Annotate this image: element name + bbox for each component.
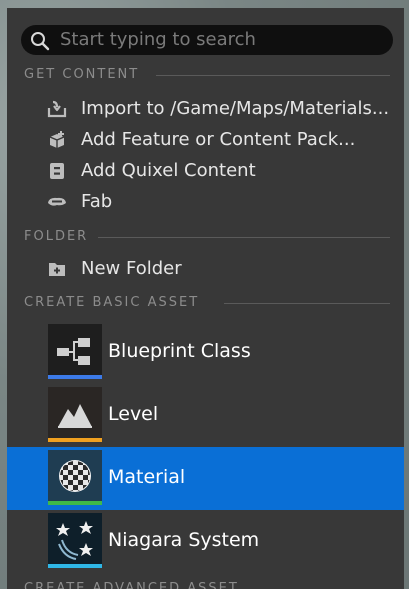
section-create-advanced-asset: CREATE ADVANCED ASSET — [7, 579, 404, 589]
menu-item-add-quixel[interactable]: Add Quixel Content — [7, 156, 404, 186]
section-get-content: GET CONTENT — [7, 65, 404, 85]
asset-thumbnail — [48, 324, 102, 378]
asset-niagara-system[interactable]: Niagara System — [7, 510, 404, 573]
section-divider — [224, 303, 390, 304]
asset-label: Niagara System — [108, 529, 260, 551]
section-label: GET CONTENT — [24, 67, 140, 82]
menu-item-add-feature-pack[interactable]: Add Feature or Content Pack... — [7, 125, 404, 155]
menu-item-label: Add Quixel Content — [81, 160, 256, 181]
section-divider — [156, 75, 390, 76]
asset-level[interactable]: Level — [7, 384, 404, 447]
section-create-basic-asset: CREATE BASIC ASSET — [7, 293, 404, 313]
asset-color-bar — [48, 375, 102, 379]
menu-item-import[interactable]: Import to /Game/Maps/Materials... — [7, 94, 404, 124]
section-label: FOLDER — [24, 229, 89, 244]
content-browser-add-menu: Start typing to search GET CONTENT Impor… — [7, 8, 404, 589]
material-icon — [59, 460, 91, 492]
menu-item-label: Fab — [81, 191, 113, 212]
asset-label: Level — [108, 403, 159, 425]
blueprint-icon — [57, 338, 90, 365]
section-divider — [98, 237, 390, 238]
asset-thumbnail — [48, 450, 102, 504]
asset-label: Material — [108, 466, 186, 488]
fab-icon — [48, 197, 66, 206]
quixel-icon — [50, 163, 64, 179]
menu-item-label: New Folder — [81, 258, 182, 279]
menu-item-fab[interactable]: Fab — [7, 187, 404, 217]
asset-color-bar — [48, 438, 102, 442]
search-icon — [31, 32, 50, 51]
level-icon — [58, 404, 92, 428]
niagara-icon — [56, 521, 93, 560]
menu-item-new-folder[interactable]: New Folder — [7, 254, 404, 284]
asset-thumbnail — [48, 387, 102, 441]
asset-material[interactable]: Material — [7, 447, 404, 510]
search-box[interactable]: Start typing to search — [21, 25, 393, 55]
search-input[interactable]: Start typing to search — [60, 29, 256, 50]
asset-color-bar — [48, 501, 102, 505]
section-label: CREATE ADVANCED ASSET — [24, 581, 239, 589]
section-label: CREATE BASIC ASSET — [24, 295, 200, 310]
feature-pack-icon — [49, 131, 65, 148]
new-folder-icon — [49, 263, 65, 276]
menu-item-label: Import to /Game/Maps/Materials... — [81, 98, 390, 119]
section-folder: FOLDER — [7, 227, 404, 247]
menu-item-label: Add Feature or Content Pack... — [81, 129, 356, 150]
asset-label: Blueprint Class — [108, 340, 251, 362]
asset-thumbnail — [48, 513, 102, 567]
import-icon — [47, 100, 67, 118]
asset-color-bar — [48, 564, 102, 568]
asset-blueprint-class[interactable]: Blueprint Class — [7, 321, 404, 384]
